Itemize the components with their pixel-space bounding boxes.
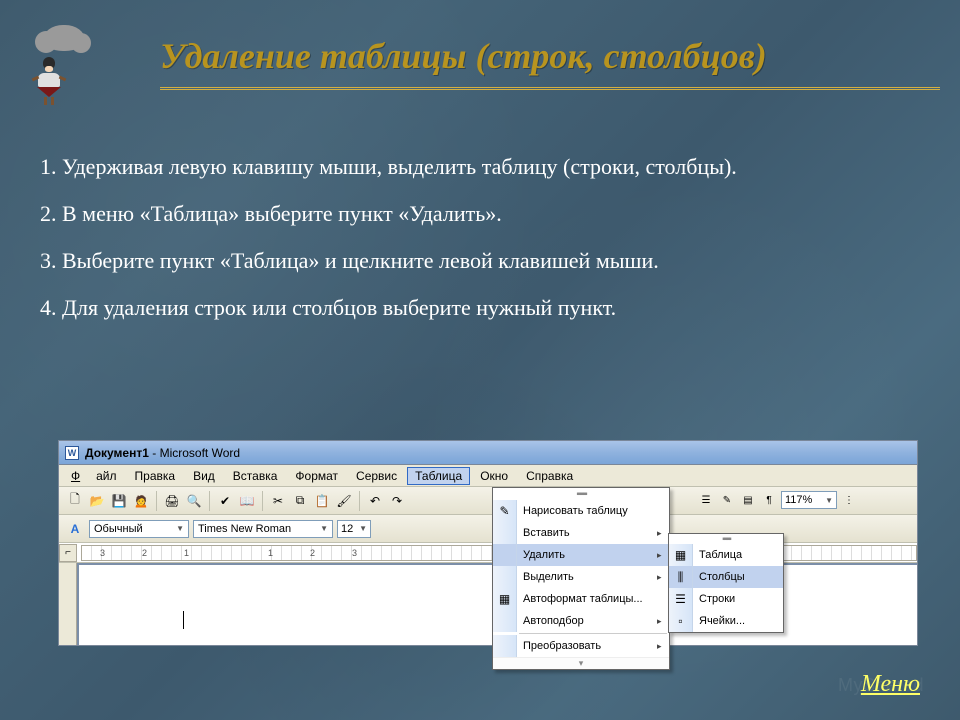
step-3: 3. Выберите пункт «Таблица» и щелкните л… [40, 244, 920, 277]
submenu-item-table[interactable]: ▦ Таблица [669, 544, 783, 566]
undo-icon[interactable]: ↶ [365, 491, 385, 511]
pencil-icon: ✎ [493, 500, 517, 522]
text-cursor-icon [183, 611, 184, 629]
font-selector[interactable]: Times New Roman▼ [193, 520, 333, 538]
format-painter-icon[interactable]: 🖌 [334, 491, 354, 511]
print-icon[interactable]: 🖨 [162, 491, 182, 511]
preview-icon[interactable]: 🔍 [184, 491, 204, 511]
menu-view[interactable]: Вид [185, 467, 223, 485]
redo-icon[interactable]: ↷ [387, 491, 407, 511]
toolbar-right-group: ☰ ✎ ▤ ¶ 117%▼ ⋮ [697, 491, 858, 509]
spelling-icon[interactable]: ✔ [215, 491, 235, 511]
copy-icon[interactable]: ⧉ [290, 491, 310, 511]
word-document-area [59, 563, 917, 645]
delete-cells-icon: ▫ [669, 610, 693, 632]
tab-selector-icon[interactable]: ⌐ [59, 544, 77, 562]
word-screenshot: W Документ1 - Microsoft Word Файл Правка… [58, 440, 918, 646]
permission-icon[interactable]: 🙍 [131, 491, 151, 511]
cut-icon[interactable]: ✂ [268, 491, 288, 511]
slide-title: Удаление таблицы (строк, столбцов) [160, 35, 940, 90]
menu-file[interactable]: Файл [63, 467, 125, 485]
font-size-selector[interactable]: 12▼ [337, 520, 371, 538]
menu-link[interactable]: Меню [861, 671, 920, 698]
delete-submenu: ▪▪▪▪▪ ▦ Таблица ⫼ Столбцы ☰ Строки ▫ Яче… [668, 533, 784, 633]
toolbar-options-icon[interactable]: ⋮ [840, 491, 858, 509]
delete-table-icon: ▦ [669, 544, 693, 566]
step-1: 1. Удерживая левую клавишу мыши, выделит… [40, 150, 920, 183]
menu-item-delete[interactable]: Удалить▸ [493, 544, 669, 566]
menu-table[interactable]: Таблица [407, 467, 470, 485]
drawing-icon[interactable]: ✎ [718, 491, 736, 509]
menu-help[interactable]: Справка [518, 467, 581, 485]
word-formatting-toolbar: A Обычный▼ Times New Roman▼ 12▼ [59, 515, 917, 543]
doc-map-icon[interactable]: ▤ [739, 491, 757, 509]
styles-pane-icon[interactable]: A [65, 519, 85, 539]
menu-service[interactable]: Сервис [348, 467, 405, 485]
menu-expand-icon[interactable]: ▾ [493, 657, 669, 669]
menu-edit[interactable]: Правка [127, 467, 184, 485]
word-menubar: Файл Правка Вид Вставка Формат Сервис Та… [59, 465, 917, 487]
menu-insert[interactable]: Вставка [225, 467, 286, 485]
menu-item-select[interactable]: Выделить▸ [493, 566, 669, 588]
open-icon[interactable]: 📂 [87, 491, 107, 511]
menu-window[interactable]: Окно [472, 467, 516, 485]
submenu-item-rows[interactable]: ☰ Строки [669, 588, 783, 610]
zoom-selector[interactable]: 117%▼ [781, 491, 837, 509]
menu-format[interactable]: Формат [287, 467, 346, 485]
columns-icon[interactable]: ☰ [697, 491, 715, 509]
delete-columns-icon: ⫼ [669, 566, 693, 588]
menu-grip-icon[interactable]: ▪▪▪▪▪▪ [493, 488, 669, 500]
paste-icon[interactable]: 📋 [312, 491, 332, 511]
word-app-icon: W [65, 446, 79, 460]
table-dropdown-menu: ▪▪▪▪▪▪ ✎ Нарисовать таблицу Вставить▸ Уд… [492, 487, 670, 670]
new-doc-icon[interactable]: 🗋 [65, 491, 85, 511]
instructions: 1. Удерживая левую клавишу мыши, выделит… [40, 150, 920, 338]
delete-rows-icon: ☰ [669, 588, 693, 610]
step-4: 4. Для удаления строк или столбцов выбер… [40, 291, 920, 324]
show-marks-icon[interactable]: ¶ [760, 491, 778, 509]
submenu-grip-icon[interactable]: ▪▪▪▪▪ [669, 534, 783, 544]
word-vertical-ruler [59, 563, 77, 645]
mascot-decoration [25, 25, 85, 99]
submenu-item-cells[interactable]: ▫ Ячейки... [669, 610, 783, 632]
menu-item-autofit[interactable]: Автоподбор▸ [493, 610, 669, 632]
person-icon [35, 57, 63, 99]
word-horizontal-ruler: ⌐ 3 2 1 1 2 3 [59, 543, 917, 563]
menu-item-convert[interactable]: Преобразовать▸ [493, 635, 669, 657]
cloud-icon [43, 25, 85, 51]
menu-item-insert[interactable]: Вставить▸ [493, 522, 669, 544]
save-icon[interactable]: 💾 [109, 491, 129, 511]
menu-item-draw-table[interactable]: ✎ Нарисовать таблицу [493, 500, 669, 522]
word-titlebar: W Документ1 - Microsoft Word [59, 441, 917, 465]
word-doc-name: Документ1 [85, 446, 149, 460]
style-selector[interactable]: Обычный▼ [89, 520, 189, 538]
word-app-name: - Microsoft Word [149, 446, 240, 460]
research-icon[interactable]: 📖 [237, 491, 257, 511]
submenu-item-columns[interactable]: ⫼ Столбцы [669, 566, 783, 588]
table-format-icon: ▦ [493, 588, 517, 610]
step-2: 2. В меню «Таблица» выберите пункт «Удал… [40, 197, 920, 230]
menu-item-autoformat[interactable]: ▦ Автоформат таблицы... [493, 588, 669, 610]
